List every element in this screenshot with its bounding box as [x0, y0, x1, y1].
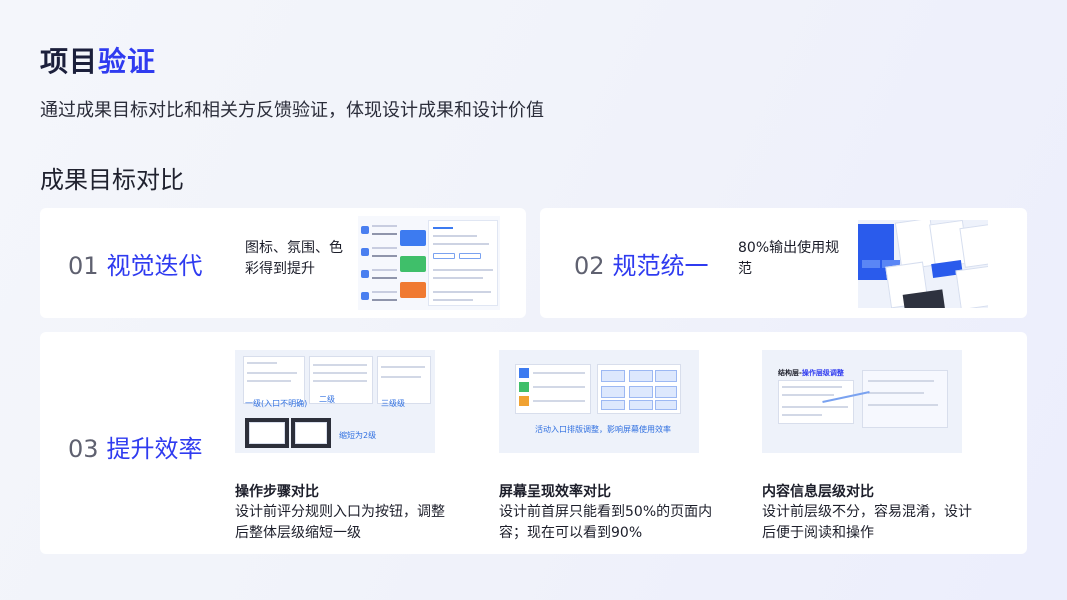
- step-caption: 一级(入口不明确): [245, 399, 308, 408]
- user-icon: [361, 248, 369, 256]
- visual-iteration-thumbnail: [358, 216, 500, 310]
- thumb-detail-panel: [428, 220, 498, 306]
- item-name: 视觉迭代: [106, 252, 203, 280]
- operation-steps-image: 一级(入口不明确) 二级 三级级 缩短为2级: [235, 350, 435, 453]
- item-number: 03: [68, 435, 99, 463]
- item-title: 03 提升效率: [68, 429, 203, 464]
- thumb-list: [358, 216, 398, 310]
- layers-icon: [361, 226, 369, 234]
- thumb-row: [361, 242, 397, 262]
- item-number: 02: [574, 252, 605, 280]
- item-title: 02 规范统一: [574, 246, 709, 281]
- status-tag: [400, 256, 426, 272]
- item-title: 01 视觉迭代: [68, 246, 203, 281]
- item-number: 01: [68, 252, 99, 280]
- feature-description: 设计前首屏只能看到50%的页面内容；现在可以看到90%: [499, 504, 713, 541]
- image-caption: 活动入口排版调整，影响屏幕使用效率: [535, 425, 671, 434]
- spec-unification-thumbnail: [858, 220, 988, 308]
- team-icon: [361, 270, 369, 278]
- item-name: 规范统一: [612, 252, 709, 280]
- step-caption: 二级: [319, 395, 335, 404]
- thumb-row: [361, 220, 397, 240]
- page-subtitle: 通过成果目标对比和相关方反馈验证，体现设计成果和设计价值: [40, 100, 544, 121]
- status-tag: [400, 230, 426, 246]
- title-prefix: 项目: [40, 45, 99, 78]
- page-title: 项目验证: [40, 40, 156, 80]
- card-efficiency: 03 提升效率 一级(入口不明确) 二级 三级级 缩短为2级 操作步骤对比 设计前…: [40, 332, 1027, 554]
- feature-title: 内容信息层级对比: [762, 484, 874, 500]
- thumb-status-tags: [400, 222, 426, 306]
- feature-title: 屏幕呈现效率对比: [499, 484, 611, 500]
- title-accent: 验证: [98, 45, 157, 78]
- item-description: 图标、氛围、色彩得到提升: [245, 240, 343, 277]
- section-title: 成果目标对比: [40, 166, 184, 194]
- item-name: 提升效率: [106, 435, 203, 463]
- status-tag: [400, 282, 426, 298]
- card-visual-iteration: 01 视觉迭代 图标、氛围、色彩得到提升: [40, 208, 526, 318]
- feature-description: 设计前层级不分，容易混淆，设计后便于阅读和操作: [762, 504, 972, 541]
- document-icon: [361, 292, 369, 300]
- thumb-row: [361, 286, 397, 306]
- step-caption: 缩短为2级: [339, 431, 377, 440]
- thumb-row: [361, 264, 397, 284]
- step-caption: 三级级: [381, 399, 405, 408]
- feature-description: 设计前评分规则入口为按钮，调整后整体层级缩短一级: [235, 504, 445, 541]
- info-hierarchy-image: 结构层-操作层级调整: [762, 350, 962, 453]
- card-spec-unification: 02 规范统一 80%输出使用规范: [540, 208, 1027, 318]
- struct-title: 结构层-操作层级调整: [778, 369, 844, 377]
- screen-efficiency-image: 活动入口排版调整，影响屏幕使用效率: [499, 350, 699, 453]
- item-description: 80%输出使用规范: [738, 240, 840, 277]
- feature-title: 操作步骤对比: [235, 484, 319, 500]
